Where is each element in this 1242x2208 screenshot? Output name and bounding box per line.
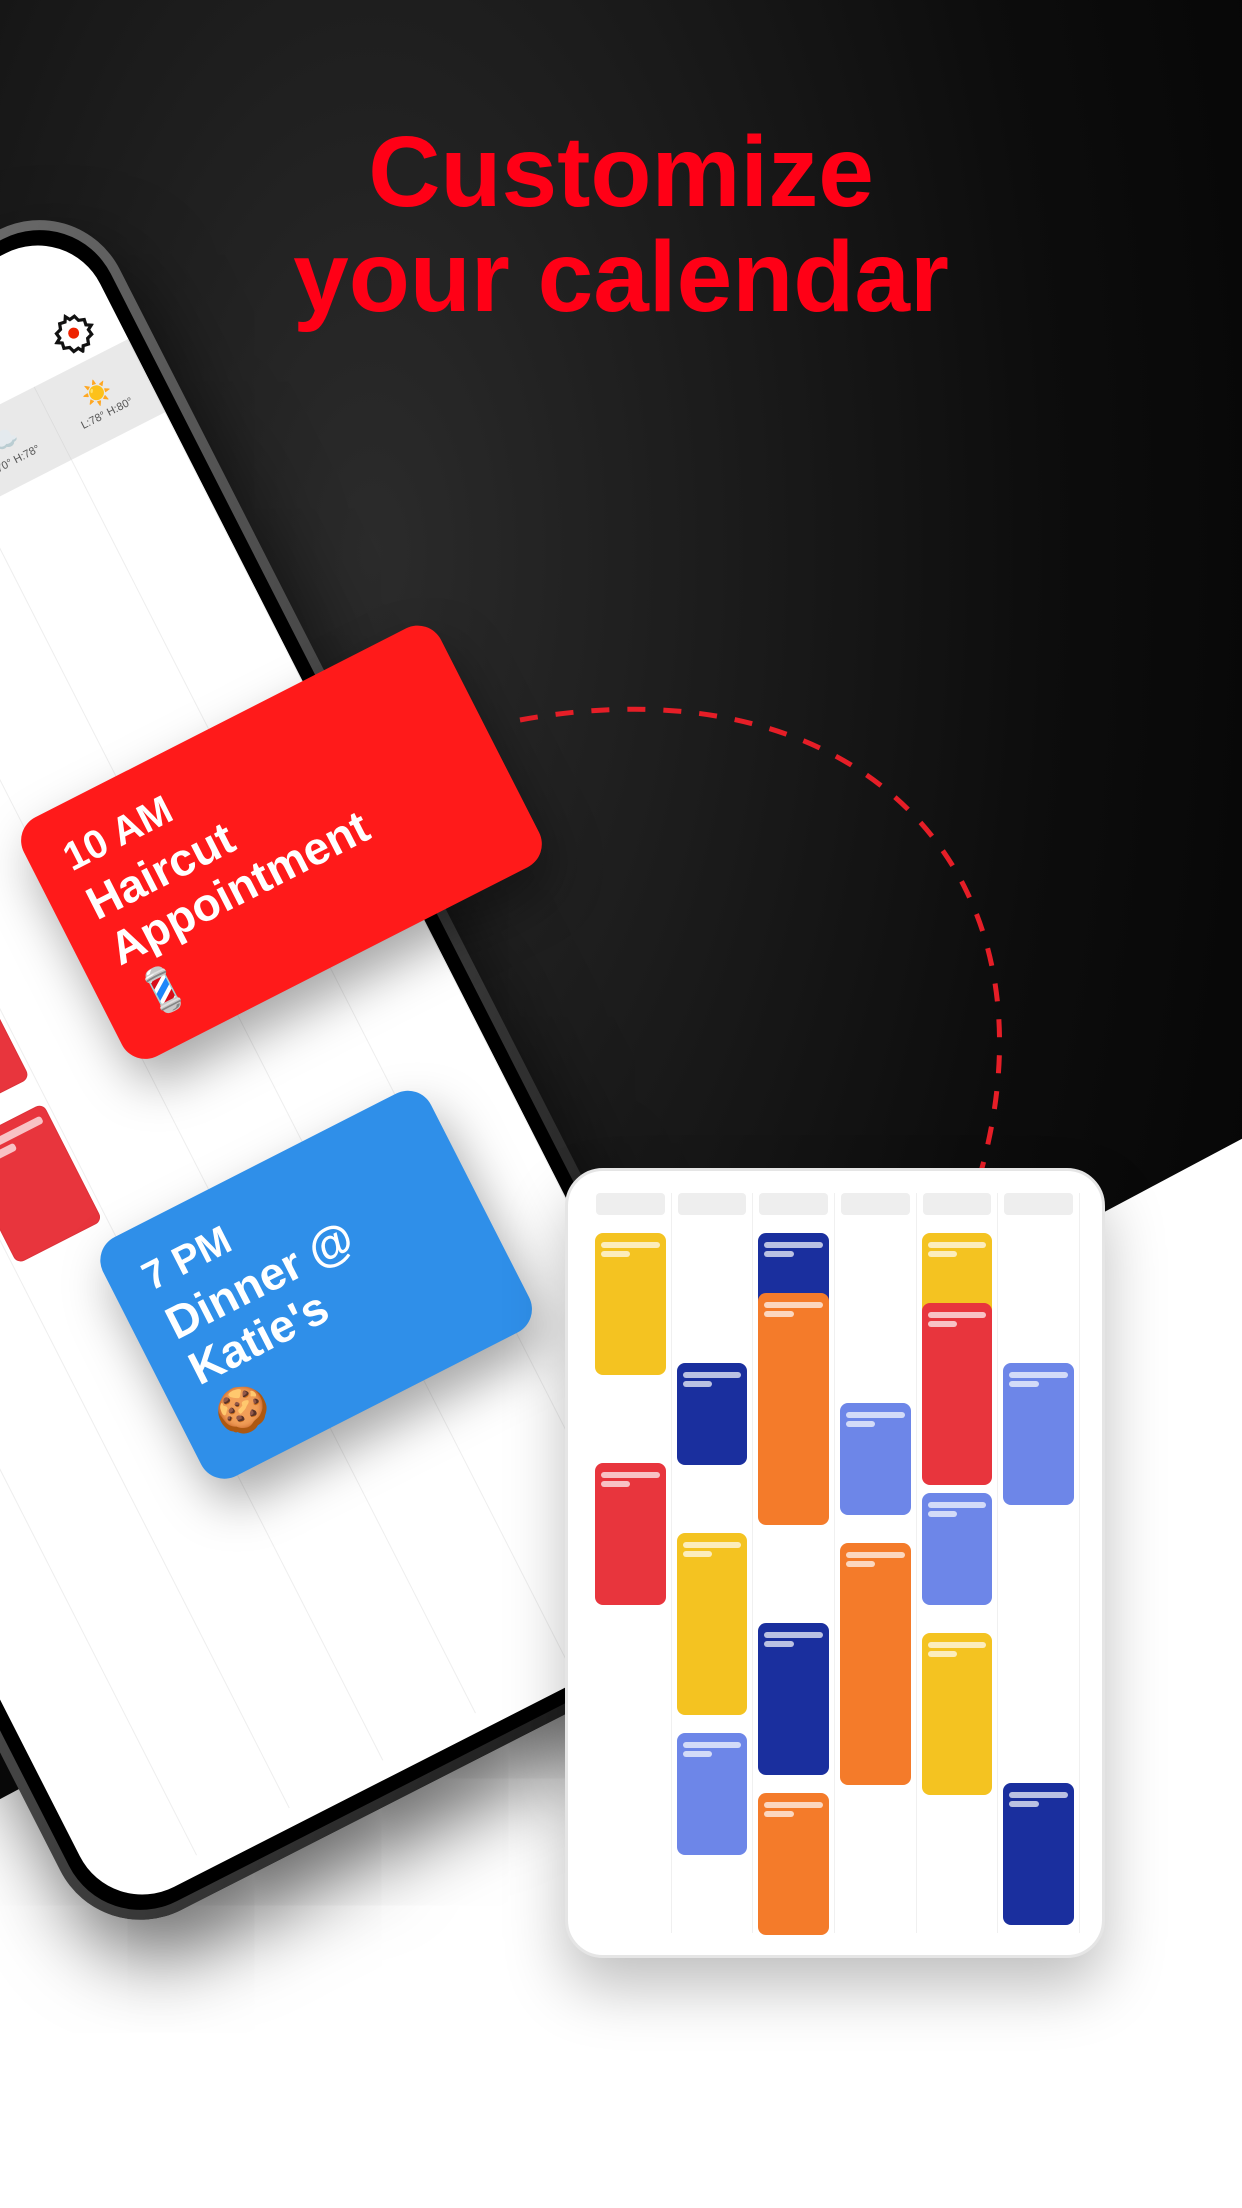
event-block[interactable] (595, 1233, 666, 1375)
event-block[interactable] (840, 1543, 911, 1785)
event-block[interactable] (922, 1303, 993, 1485)
event-block[interactable] (758, 1293, 829, 1525)
event-block[interactable] (922, 1493, 993, 1605)
promo-stage: Customize your calendar ★ Week 2, Januar… (0, 0, 1242, 2208)
settings-button[interactable] (44, 304, 103, 363)
tablet-calendar-grid[interactable] (590, 1193, 1080, 1933)
gear-icon (44, 304, 103, 363)
event-block[interactable] (595, 1463, 666, 1605)
event-block[interactable] (677, 1733, 748, 1855)
day-column[interactable] (590, 1193, 672, 1933)
event-block[interactable] (840, 1403, 911, 1515)
day-header (596, 1193, 665, 1215)
day-header (759, 1193, 828, 1215)
tablet-mockup (565, 1168, 1105, 1958)
event-block[interactable] (1003, 1363, 1074, 1505)
day-header (923, 1193, 992, 1215)
day-header (841, 1193, 910, 1215)
event-block[interactable] (677, 1363, 748, 1465)
event-block[interactable] (758, 1623, 829, 1775)
day-header (678, 1193, 747, 1215)
headline-line1: Customize (368, 116, 874, 228)
event-block[interactable] (1003, 1783, 1074, 1925)
day-column[interactable] (835, 1193, 917, 1933)
event-block[interactable] (758, 1793, 829, 1935)
headline-line2: your calendar (293, 221, 949, 333)
day-column[interactable] (917, 1193, 999, 1933)
day-column[interactable] (998, 1193, 1080, 1933)
event-block[interactable] (677, 1533, 748, 1715)
headline: Customize your calendar (0, 120, 1242, 330)
event-block[interactable] (922, 1633, 993, 1795)
day-header (1004, 1193, 1073, 1215)
day-column[interactable] (672, 1193, 754, 1933)
day-column[interactable] (753, 1193, 835, 1933)
